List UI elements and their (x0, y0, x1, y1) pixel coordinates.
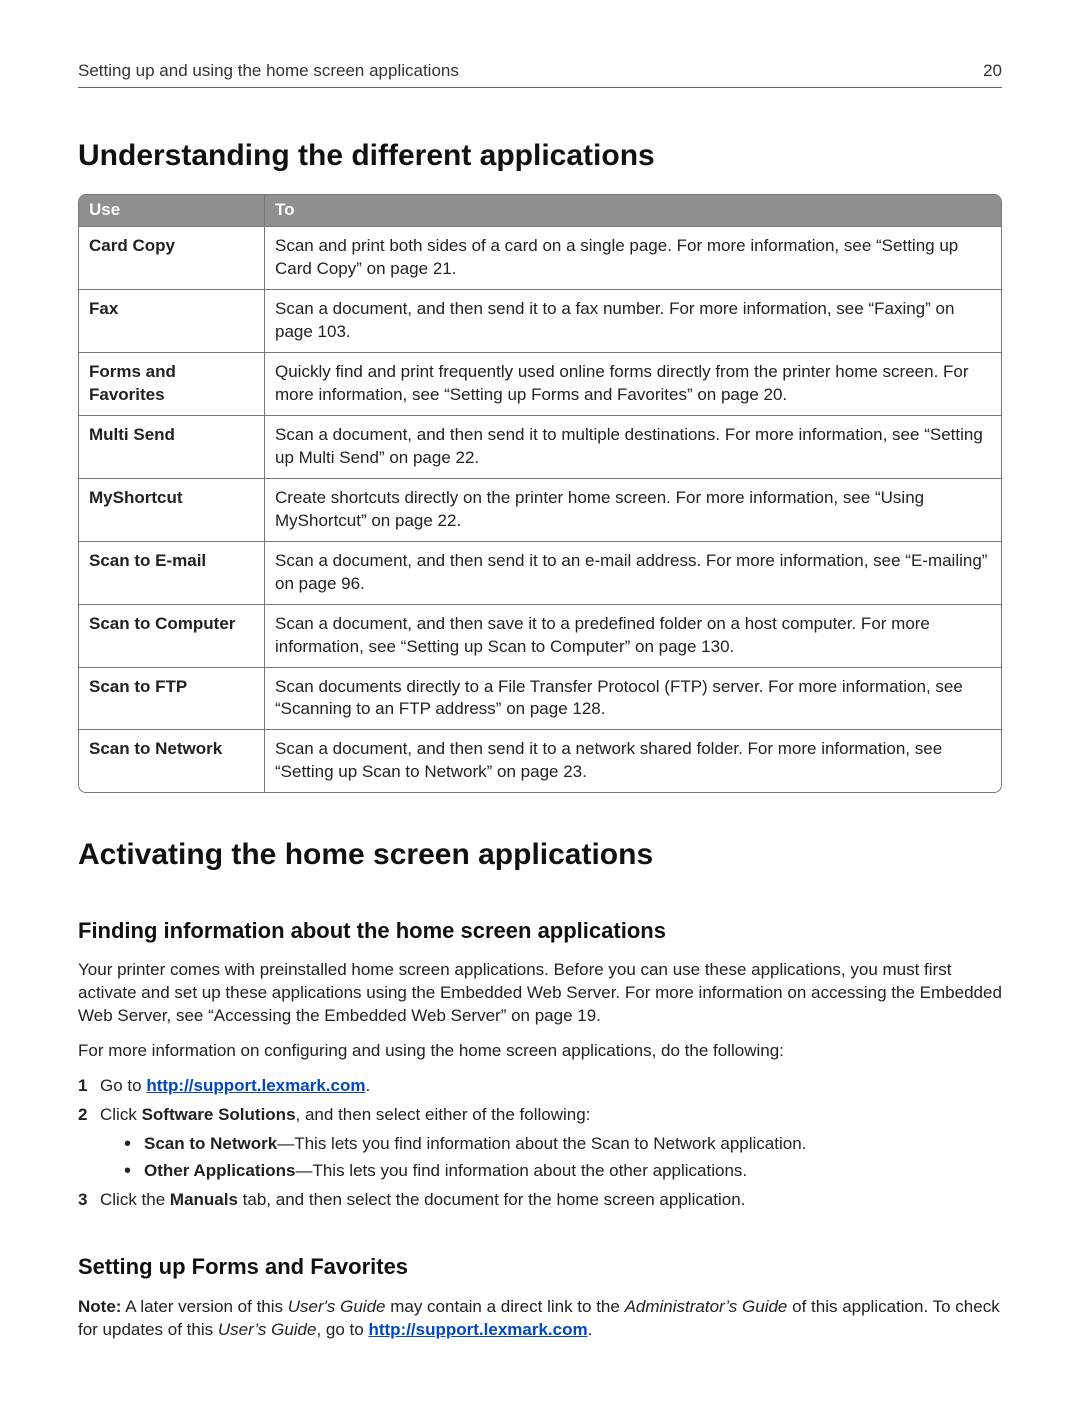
subheading-setting-up-forms: Setting up Forms and Favorites (78, 1252, 1002, 1282)
support-link[interactable]: http://support.lexmark.com (368, 1320, 587, 1339)
table-row: Scan to NetworkScan a document, and then… (79, 730, 1001, 792)
bold-text: Software Solutions (142, 1105, 296, 1124)
step-text: Click (100, 1105, 142, 1124)
steps-list: 1 Go to http://support.lexmark.com. 2 Cl… (78, 1075, 1002, 1212)
table-cell-use: Scan to Computer (79, 605, 265, 668)
note-text: A later version of this (121, 1297, 287, 1316)
table-header-use: Use (79, 195, 265, 227)
note-text: , go to (316, 1320, 368, 1339)
italic-text: User's Guide (288, 1297, 386, 1316)
step-text: , and then select either of the followin… (296, 1105, 591, 1124)
table-cell-use: MyShortcut (79, 479, 265, 542)
header-page-number: 20 (983, 60, 1002, 83)
table-header-to: To (265, 195, 1001, 227)
note-paragraph: Note: A later version of this User's Gui… (78, 1296, 1002, 1342)
bullet-other-applications: Other Applications—This lets you find in… (124, 1160, 1002, 1183)
step-2: 2 Click Software Solutions, and then sel… (78, 1104, 1002, 1183)
step-number: 3 (78, 1189, 87, 1212)
paragraph-intro: Your printer comes with preinstalled hom… (78, 959, 1002, 1028)
table-cell-use: Scan to Network (79, 730, 265, 792)
step-text: Go to (100, 1076, 146, 1095)
table-row: Multi SendScan a document, and then send… (79, 416, 1001, 479)
table-cell-use: Scan to FTP (79, 668, 265, 731)
table-cell-use: Scan to E-mail (79, 542, 265, 605)
header-title: Setting up and using the home screen app… (78, 60, 459, 83)
note-label: Note: (78, 1297, 121, 1316)
table-row: Scan to ComputerScan a document, and the… (79, 605, 1001, 668)
bullet-list: Scan to Network—This lets you find infor… (124, 1133, 1002, 1183)
table-cell-to: Quickly find and print frequently used o… (265, 353, 1001, 416)
step-text: Click the (100, 1190, 170, 1209)
step-number: 1 (78, 1075, 87, 1098)
applications-table: Use To Card CopyScan and print both side… (78, 194, 1002, 793)
table-cell-to: Scan a document, and then save it to a p… (265, 605, 1001, 668)
table-cell-to: Scan documents directly to a File Transf… (265, 668, 1001, 731)
table-cell-use: Forms and Favorites (79, 353, 265, 416)
step-3: 3 Click the Manuals tab, and then select… (78, 1189, 1002, 1212)
table-cell-to: Create shortcuts directly on the printer… (265, 479, 1001, 542)
italic-text: User’s Guide (218, 1320, 317, 1339)
table-row: MyShortcutCreate shortcuts directly on t… (79, 479, 1001, 542)
table-row: Scan to E-mailScan a document, and then … (79, 542, 1001, 605)
support-link[interactable]: http://support.lexmark.com (146, 1076, 365, 1095)
bold-text: Other Applications (144, 1161, 295, 1180)
table-row: Card CopyScan and print both sides of a … (79, 227, 1001, 290)
running-header: Setting up and using the home screen app… (78, 60, 1002, 88)
section-heading-understanding: Understanding the different applications (78, 136, 1002, 177)
paragraph-lead-in: For more information on configuring and … (78, 1040, 1002, 1063)
bullet-scan-to-network: Scan to Network—This lets you find infor… (124, 1133, 1002, 1156)
bullet-text: —This lets you find information about th… (277, 1134, 806, 1153)
step-text: . (365, 1076, 370, 1095)
table-cell-to: Scan a document, and then send it to mul… (265, 416, 1001, 479)
note-text: . (588, 1320, 593, 1339)
subheading-finding-info: Finding information about the home scree… (78, 916, 1002, 946)
italic-text: Administrator’s Guide (625, 1297, 788, 1316)
bold-text: Manuals (170, 1190, 238, 1209)
table-cell-to: Scan a document, and then send it to an … (265, 542, 1001, 605)
bullet-text: —This lets you find information about th… (295, 1161, 747, 1180)
table-row: FaxScan a document, and then send it to … (79, 290, 1001, 353)
step-number: 2 (78, 1104, 87, 1127)
table-row: Scan to FTPScan documents directly to a … (79, 668, 1001, 731)
table-cell-to: Scan a document, and then send it to a n… (265, 730, 1001, 792)
step-1: 1 Go to http://support.lexmark.com. (78, 1075, 1002, 1098)
table-cell-use: Multi Send (79, 416, 265, 479)
table-cell-to: Scan a document, and then send it to a f… (265, 290, 1001, 353)
table-cell-to: Scan and print both sides of a card on a… (265, 227, 1001, 290)
note-text: may contain a direct link to the (386, 1297, 625, 1316)
table-cell-use: Fax (79, 290, 265, 353)
section-heading-activating: Activating the home screen applications (78, 835, 1002, 876)
table-row: Forms and FavoritesQuickly find and prin… (79, 353, 1001, 416)
bold-text: Scan to Network (144, 1134, 277, 1153)
table-cell-use: Card Copy (79, 227, 265, 290)
step-text: tab, and then select the document for th… (238, 1190, 746, 1209)
